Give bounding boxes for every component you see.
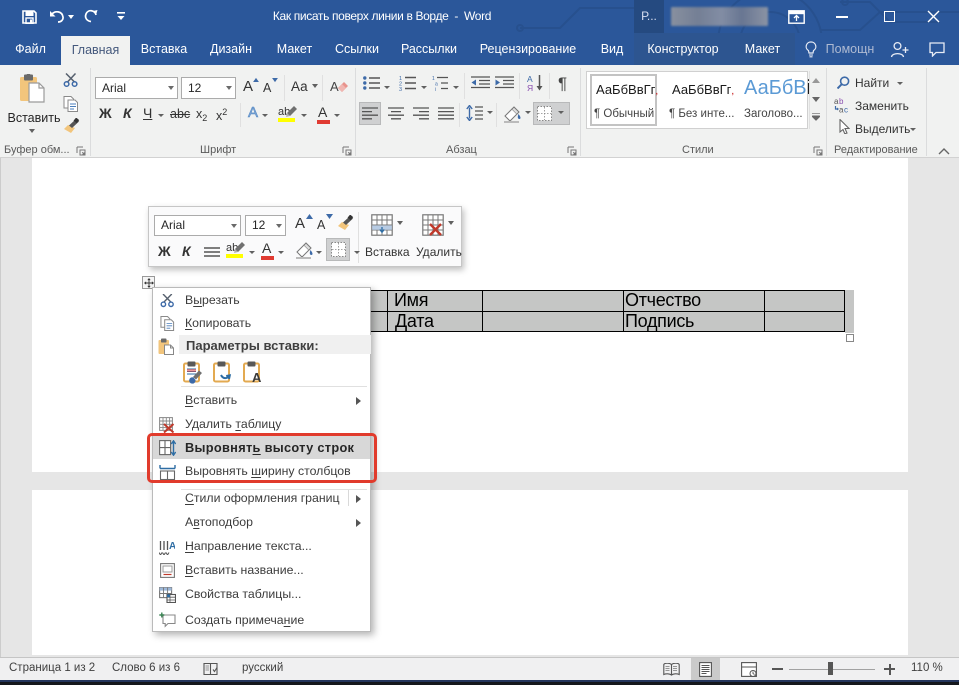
svg-text:А: А: [330, 79, 339, 94]
svg-text:A: A: [252, 370, 262, 384]
svg-text:c: c: [844, 106, 848, 114]
svg-text:3: 3: [399, 87, 402, 91]
svg-text:Я: Я: [527, 83, 533, 92]
svg-text:А: А: [169, 541, 175, 552]
svg-text:i: i: [435, 87, 436, 91]
